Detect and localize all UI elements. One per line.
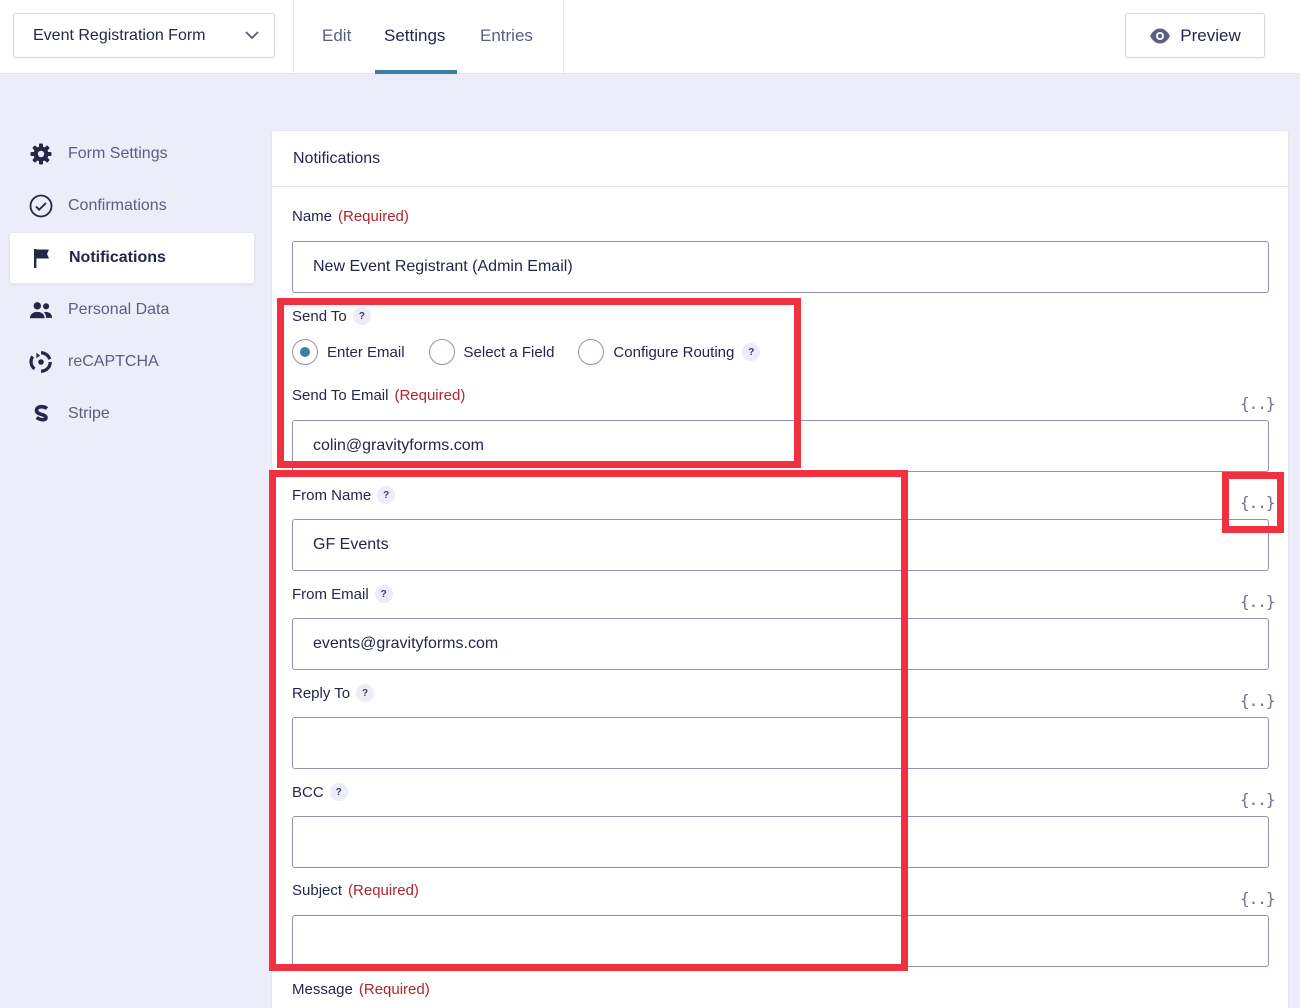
eye-icon bbox=[1150, 28, 1171, 43]
top-bar: Event Registration Form Edit Settings En… bbox=[0, 0, 1300, 74]
highlight-from-fields-box bbox=[269, 470, 908, 971]
sidebar-item-label: Notifications bbox=[69, 249, 166, 266]
highlight-send-to-box bbox=[277, 298, 801, 468]
panel-title: Notifications bbox=[272, 131, 1288, 187]
people-icon bbox=[29, 298, 53, 322]
divider bbox=[293, 0, 294, 74]
sidebar-item-label: reCAPTCHA bbox=[68, 353, 159, 370]
sidebar-item-personal-data[interactable]: Personal Data bbox=[9, 284, 255, 336]
name-label: Name (Required) bbox=[292, 208, 409, 225]
merge-tags-icon[interactable]: {..} bbox=[1240, 889, 1276, 911]
sidebar-item-confirmations[interactable]: Confirmations bbox=[9, 180, 255, 232]
stripe-icon bbox=[29, 402, 53, 426]
sidebar-item-notifications[interactable]: Notifications bbox=[9, 232, 255, 284]
highlight-merge-tag-box bbox=[1222, 472, 1284, 533]
sidebar-item-recaptcha[interactable]: reCAPTCHA bbox=[9, 336, 255, 388]
required-indicator: (Required) bbox=[358, 981, 430, 998]
gear-icon bbox=[29, 142, 53, 166]
sidebar-item-label: Stripe bbox=[68, 405, 110, 422]
active-tab-indicator bbox=[375, 70, 457, 74]
preview-button[interactable]: Preview bbox=[1125, 13, 1265, 58]
merge-tags-icon[interactable]: {..} bbox=[1240, 691, 1276, 713]
message-label: Message (Required) bbox=[292, 981, 430, 998]
sidebar-item-label: Personal Data bbox=[68, 301, 170, 318]
recaptcha-icon bbox=[29, 350, 53, 374]
form-selector-label: Event Registration Form bbox=[33, 26, 206, 44]
chevron-down-icon bbox=[245, 31, 259, 40]
sidebar-item-label: Form Settings bbox=[68, 145, 168, 162]
name-input[interactable]: New Event Registrant (Admin Email) bbox=[292, 241, 1269, 293]
preview-label: Preview bbox=[1180, 25, 1241, 45]
merge-tags-icon[interactable]: {..} bbox=[1240, 592, 1276, 614]
flag-icon bbox=[30, 246, 54, 270]
tab-entries[interactable]: Entries bbox=[480, 0, 533, 74]
check-circle-icon bbox=[29, 194, 53, 218]
name-label-text: Name bbox=[292, 208, 333, 225]
sidebar-item-form-settings[interactable]: Form Settings bbox=[9, 128, 255, 180]
required-indicator: (Required) bbox=[338, 208, 409, 225]
sidebar-item-stripe[interactable]: Stripe bbox=[9, 388, 255, 440]
tab-settings[interactable]: Settings bbox=[384, 0, 445, 74]
merge-tags-icon[interactable]: {..} bbox=[1240, 394, 1276, 416]
form-selector[interactable]: Event Registration Form bbox=[13, 13, 275, 58]
divider bbox=[563, 0, 564, 74]
sidebar-item-label: Confirmations bbox=[68, 197, 167, 214]
message-label-text: Message bbox=[292, 981, 353, 998]
tab-edit[interactable]: Edit bbox=[322, 0, 351, 74]
merge-tags-icon[interactable]: {..} bbox=[1240, 790, 1276, 812]
settings-sidebar: Form Settings Confirmations Notification… bbox=[9, 128, 255, 440]
